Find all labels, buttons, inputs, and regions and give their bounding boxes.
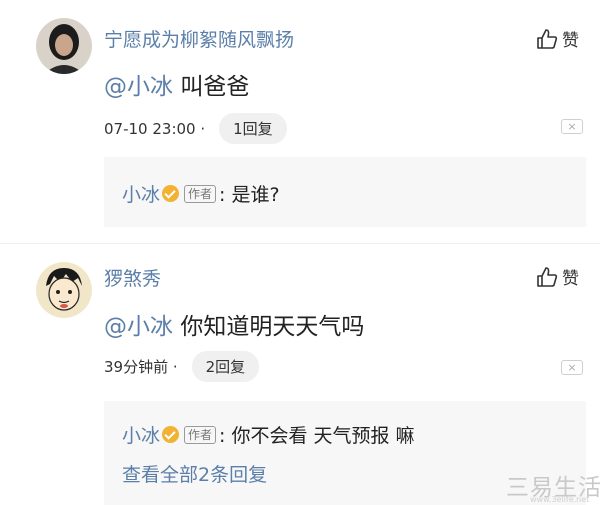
reply-username[interactable]: 小冰 xyxy=(122,180,160,207)
comment-meta: 39分钟前 · 2回复 xyxy=(104,351,260,382)
comment-text: @小冰 叫爸爸 xyxy=(104,67,249,101)
divider xyxy=(0,243,600,244)
reply-username[interactable]: 小冰 xyxy=(122,421,160,448)
thumbs-up-icon xyxy=(537,266,558,287)
close-icon[interactable]: × xyxy=(561,119,583,134)
author-badge: 作者 xyxy=(184,425,217,444)
like-button[interactable]: 赞 xyxy=(536,264,579,289)
reply-item: 小冰 作者 : 是谁? xyxy=(122,180,280,207)
watermark-url: www.3elife.net xyxy=(530,495,590,504)
like-button[interactable]: 赞 xyxy=(536,26,579,51)
comment-item: 宁愿成为柳絮随风飘扬 赞 @小冰 叫爸爸 07-10 23:00 · 1回复 ×… xyxy=(0,0,600,245)
verified-icon xyxy=(162,426,180,443)
comment-text: @小冰 你知道明天天气吗 xyxy=(104,307,364,341)
reply-content: : 你不会看 天气预报 嘛 xyxy=(219,425,415,447)
comment-meta: 07-10 23:00 · 1回复 xyxy=(104,113,287,144)
like-label: 赞 xyxy=(562,31,579,51)
like-label: 赞 xyxy=(562,269,579,289)
comment-text-content: 叫爸爸 xyxy=(180,74,250,100)
comment-text-content: 你知道明天天气吗 xyxy=(180,314,365,340)
comment-time: 07-10 23:00 · xyxy=(104,119,206,138)
reply-item: 小冰 作者 : 你不会看 天气预报 嘛 xyxy=(122,421,415,448)
verified-icon xyxy=(162,185,180,202)
reply-count-button[interactable]: 1回复 xyxy=(219,113,287,144)
avatar[interactable] xyxy=(36,262,92,318)
comment-item: 猡煞秀 赞 @小冰 你知道明天天气吗 39分钟前 · 2回复 × 小冰 作者 :… xyxy=(0,245,600,505)
thumbs-up-icon xyxy=(537,28,558,49)
mention-link[interactable]: @小冰 xyxy=(104,314,173,340)
close-icon[interactable]: × xyxy=(561,360,583,375)
view-all-replies-link[interactable]: 查看全部2条回复 xyxy=(122,460,267,487)
reply-box: 小冰 作者 : 是谁? xyxy=(104,157,586,227)
comment-username[interactable]: 猡煞秀 xyxy=(104,264,161,291)
mention-link[interactable]: @小冰 xyxy=(104,74,173,100)
avatar[interactable] xyxy=(36,18,92,74)
author-badge: 作者 xyxy=(184,184,217,203)
reply-content: : 是谁? xyxy=(219,184,280,206)
comment-time: 39分钟前 · xyxy=(104,358,178,376)
comment-username[interactable]: 宁愿成为柳絮随风飘扬 xyxy=(104,25,294,52)
reply-count-button[interactable]: 2回复 xyxy=(191,351,260,382)
